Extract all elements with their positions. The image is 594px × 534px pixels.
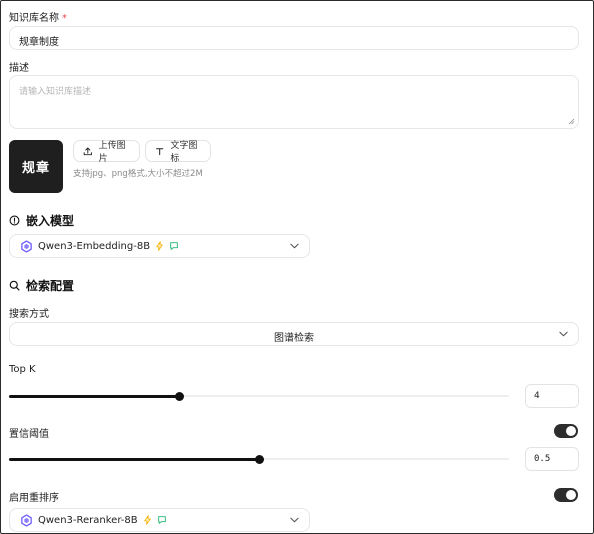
upload-icon	[83, 147, 92, 155]
logo-text: 规章	[21, 161, 50, 176]
lightning-icon	[156, 241, 163, 251]
text-t-icon	[156, 147, 164, 155]
qwen-logo-icon	[21, 513, 32, 527]
topk-slider[interactable]	[9, 389, 509, 403]
lightning-icon	[143, 515, 151, 525]
name-input-value: 规章制度	[19, 37, 59, 48]
threshold-slider-thumb[interactable]	[255, 454, 264, 464]
required-mark: *	[62, 13, 67, 24]
search-mode-label: 搜索方式	[9, 309, 49, 320]
embedding-section-title: 嵌入模型	[9, 212, 74, 229]
chevron-down-icon	[559, 331, 568, 337]
threshold-value: 0.5	[534, 454, 551, 464]
knowledge-base-form: 知识库名称 * 规章制度 描述 请输入知识库描述 规章 上传图片 文字图标 支持j…	[0, 0, 594, 534]
search-mode-value: 图谱检索	[274, 333, 314, 344]
desc-placeholder: 请输入知识库描述	[19, 87, 92, 97]
search-icon	[9, 280, 20, 291]
chat-bubble-icon	[170, 242, 178, 250]
desc-textarea[interactable]: 请输入知识库描述	[9, 75, 579, 129]
threshold-toggle[interactable]	[554, 424, 578, 438]
logo-preview: 规章	[9, 140, 63, 193]
rerank-toggle-knob	[566, 490, 576, 500]
rerank-model-select[interactable]: Qwen3-Reranker-8B	[9, 508, 310, 532]
upload-image-button[interactable]: 上传图片	[73, 140, 140, 164]
name-label: 知识库名称 *	[9, 9, 67, 24]
text-icon-button[interactable]: 文字图标	[145, 140, 211, 164]
chat-bubble-icon	[157, 516, 166, 524]
name-input[interactable]: 规章制度	[9, 26, 579, 50]
topk-slider-fill	[9, 394, 179, 398]
embedding-title-text: 嵌入模型	[26, 214, 75, 228]
rerank-toggle[interactable]	[554, 488, 578, 502]
text-icon-label: 文字图标	[170, 141, 198, 164]
threshold-label: 置信阈值	[9, 429, 49, 440]
threshold-slider-fill	[9, 457, 259, 461]
upload-image-label: 上传图片	[98, 141, 126, 164]
search-mode-select[interactable]: 图谱检索	[9, 322, 579, 346]
topk-input[interactable]: 4	[525, 384, 579, 408]
topk-slider-thumb[interactable]	[175, 391, 184, 401]
embedding-model-select[interactable]: Qwen3-Embedding-8B	[9, 234, 310, 258]
desc-label: 描述	[9, 63, 29, 74]
threshold-slider[interactable]	[9, 452, 509, 466]
threshold-toggle-knob	[566, 426, 576, 436]
rerank-model-name: Qwen3-Reranker-8B	[38, 514, 138, 526]
qwen-logo-icon	[21, 239, 32, 253]
topk-label: Top K	[9, 364, 36, 375]
topk-value: 4	[534, 391, 540, 401]
info-circle-icon	[9, 215, 20, 226]
chevron-down-icon	[290, 517, 299, 523]
retrieval-title-text: 检索配置	[26, 279, 75, 293]
resize-handle-icon[interactable]	[568, 118, 575, 125]
upload-hint: 支持jpg、png格式,大小不超过2M	[73, 169, 203, 179]
threshold-input[interactable]: 0.5	[525, 447, 579, 471]
chevron-down-icon	[290, 243, 299, 249]
name-label-text: 知识库名称	[9, 13, 59, 24]
rerank-label: 启用重排序	[9, 493, 59, 504]
embedding-model-name: Qwen3-Embedding-8B	[38, 240, 151, 252]
retrieval-section-title: 检索配置	[9, 277, 74, 294]
